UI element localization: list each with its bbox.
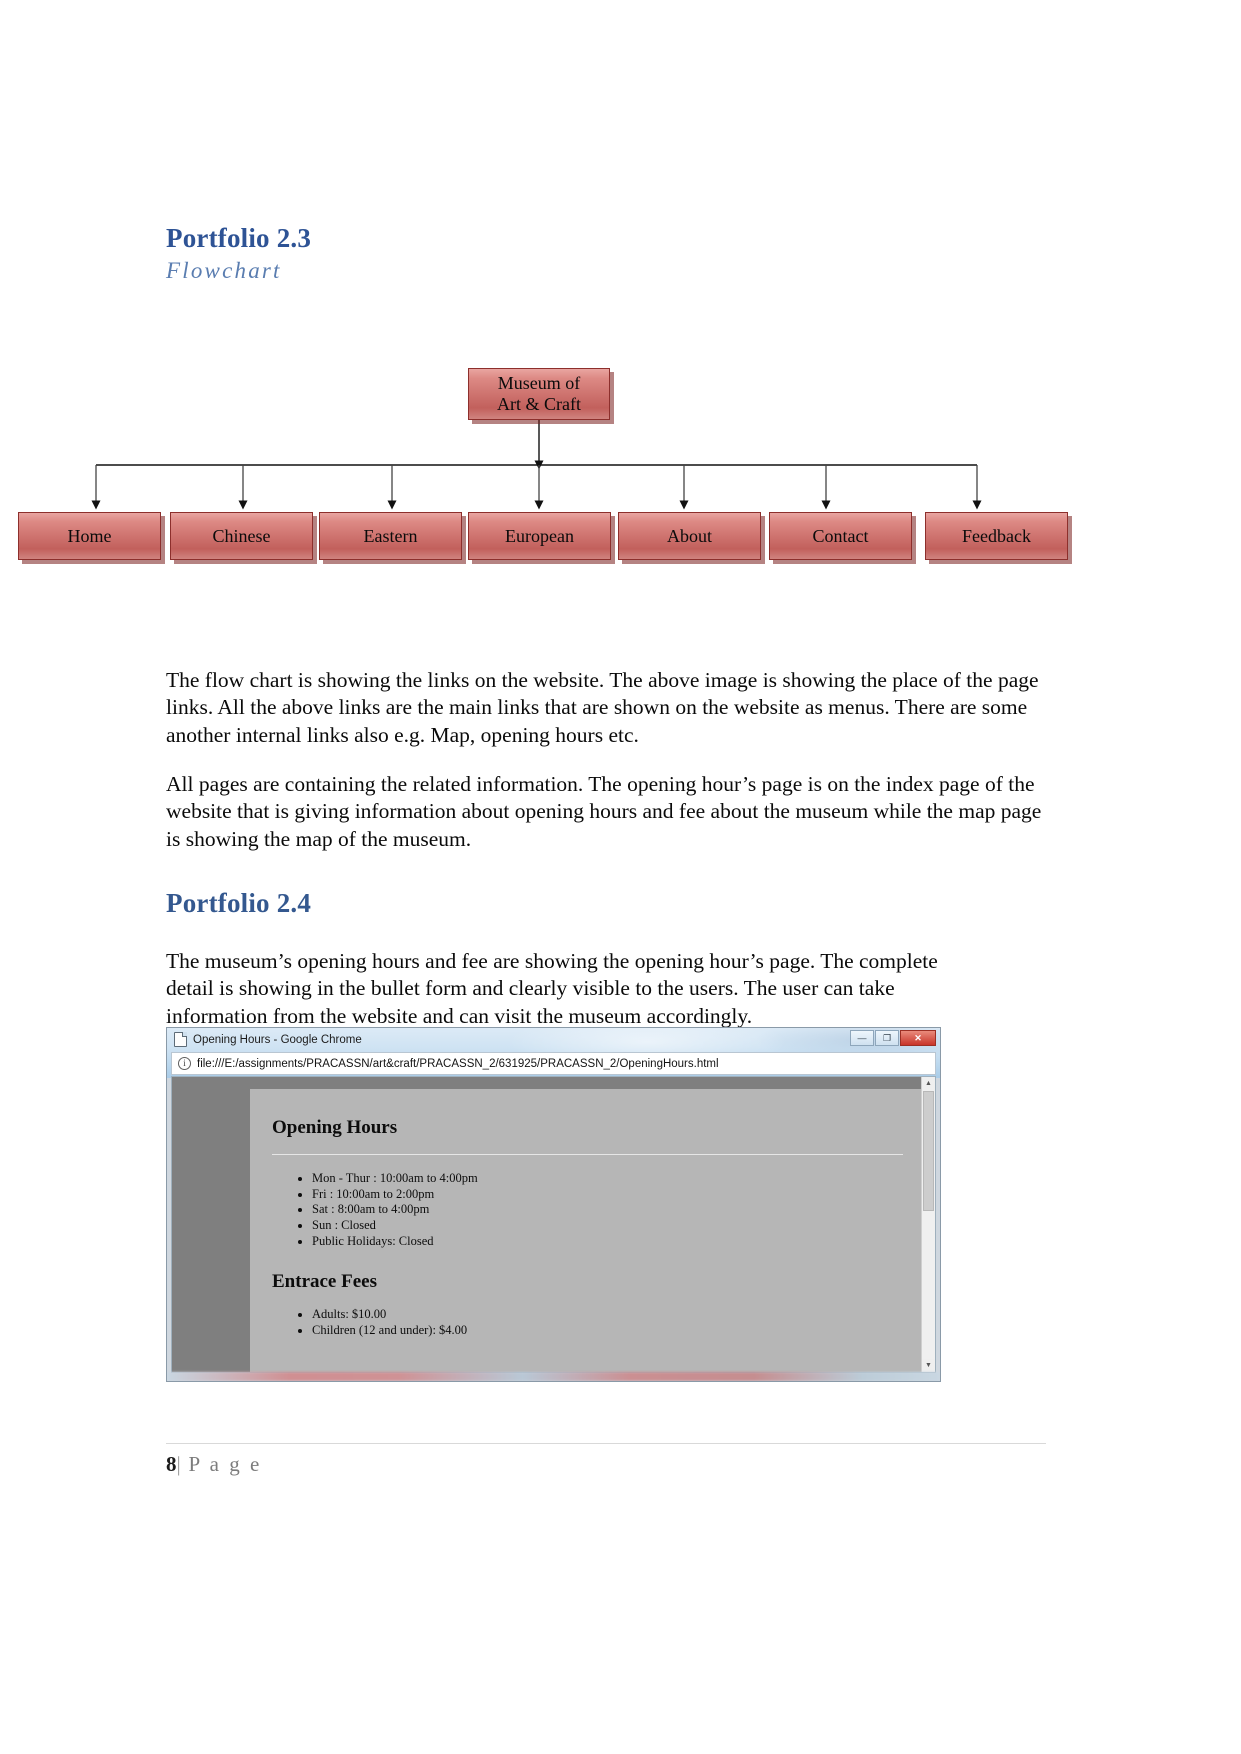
page-subheading-flowchart: Flowchart (166, 258, 282, 283)
flowchart-node-about[interactable]: About (618, 512, 761, 560)
browser-window-title: Opening Hours - Google Chrome (193, 1033, 362, 1046)
minimize-button[interactable]: — (850, 1030, 874, 1046)
address-bar-url: file:///E:/assignments/PRACASSN/art&craf… (197, 1057, 719, 1070)
paragraph-opening-hours-description: The museum’s opening hours and fee are s… (166, 948, 938, 1028)
vertical-scrollbar[interactable]: ▲ ▼ (921, 1077, 935, 1372)
flowchart-node-label: Contact (812, 525, 869, 546)
list-item: Fri : 10:00am to 2:00pm (312, 1187, 478, 1203)
list-item: Adults: $10.00 (312, 1307, 467, 1323)
flowchart-node-eastern[interactable]: Eastern (319, 512, 462, 560)
list-item: Mon - Thur : 10:00am to 4:00pm (312, 1171, 478, 1187)
flowchart-node-contact[interactable]: Contact (769, 512, 912, 560)
flowchart-node-home[interactable]: Home (18, 512, 161, 560)
browser-title-bar: Opening Hours - Google Chrome — ❐ ✕ (167, 1028, 940, 1051)
document-icon (174, 1032, 187, 1047)
scroll-down-arrow-icon[interactable]: ▼ (922, 1359, 935, 1372)
list-item: Public Holidays: Closed (312, 1234, 478, 1250)
footer-page-number: 8 (166, 1452, 177, 1476)
webpage-content-area: Opening Hours Mon - Thur : 10:00am to 4:… (250, 1089, 921, 1372)
info-circle-icon[interactable]: i (178, 1057, 191, 1070)
webpage-fees-list: Adults: $10.00 Children (12 and under): … (294, 1307, 467, 1338)
webpage-opening-hours-list: Mon - Thur : 10:00am to 4:00pm Fri : 10:… (294, 1171, 478, 1249)
footer-separator: | (176, 1452, 181, 1476)
screenshot-bottom-edge (167, 1372, 940, 1381)
footer-label: P a g e (188, 1452, 262, 1476)
scrollbar-thumb[interactable] (923, 1091, 934, 1211)
document-page: Portfolio 2.3 Flowchart Museum of Art & … (0, 0, 1241, 1754)
flowchart-node-root[interactable]: Museum of Art & Craft (468, 368, 610, 420)
list-item: Children (12 and under): $4.00 (312, 1323, 467, 1339)
browser-screenshot-figure: Opening Hours - Google Chrome — ❐ ✕ i fi… (166, 1027, 941, 1382)
webpage-horizontal-rule (272, 1154, 903, 1155)
flowchart-node-feedback[interactable]: Feedback (925, 512, 1068, 560)
flowchart-node-label: Chinese (212, 525, 271, 546)
webpage-heading-opening-hours: Opening Hours (272, 1117, 398, 1138)
page-footer: 8| P a g e (166, 1452, 262, 1477)
flowchart-node-label: European (505, 525, 574, 546)
page-heading-portfolio-24: Portfolio 2.4 (166, 888, 312, 919)
window-controls: — ❐ ✕ (850, 1030, 936, 1046)
flowchart-node-european[interactable]: European (468, 512, 611, 560)
paragraph-pages-description: All pages are containing the related inf… (166, 771, 1042, 851)
paragraph-flowchart-description: The flow chart is showing the links on t… (166, 667, 1039, 747)
webpage-heading-entrace-fees: Entrace Fees (272, 1271, 377, 1292)
flowchart-diagram: Museum of Art & Craft Home Chinese Easte… (0, 355, 1241, 590)
list-item: Sun : Closed (312, 1218, 478, 1234)
flowchart-node-label: About (667, 525, 712, 546)
list-item: Sat : 8:00am to 4:00pm (312, 1202, 478, 1218)
page-heading-portfolio-23: Portfolio 2.3 (166, 223, 312, 254)
flowchart-node-chinese[interactable]: Chinese (170, 512, 313, 560)
flowchart-root-line1: Museum of (497, 373, 581, 394)
flowchart-node-label: Feedback (962, 525, 1031, 546)
maximize-button[interactable]: ❐ (875, 1030, 899, 1046)
flowchart-node-label: Eastern (363, 525, 418, 546)
close-button[interactable]: ✕ (900, 1030, 936, 1046)
flowchart-node-label: Home (67, 525, 112, 546)
footer-divider (166, 1443, 1046, 1444)
scroll-up-arrow-icon[interactable]: ▲ (922, 1077, 935, 1090)
browser-address-bar[interactable]: i file:///E:/assignments/PRACASSN/art&cr… (171, 1052, 936, 1075)
flowchart-root-line2: Art & Craft (497, 394, 581, 414)
browser-viewport: Opening Hours Mon - Thur : 10:00am to 4:… (171, 1076, 936, 1373)
